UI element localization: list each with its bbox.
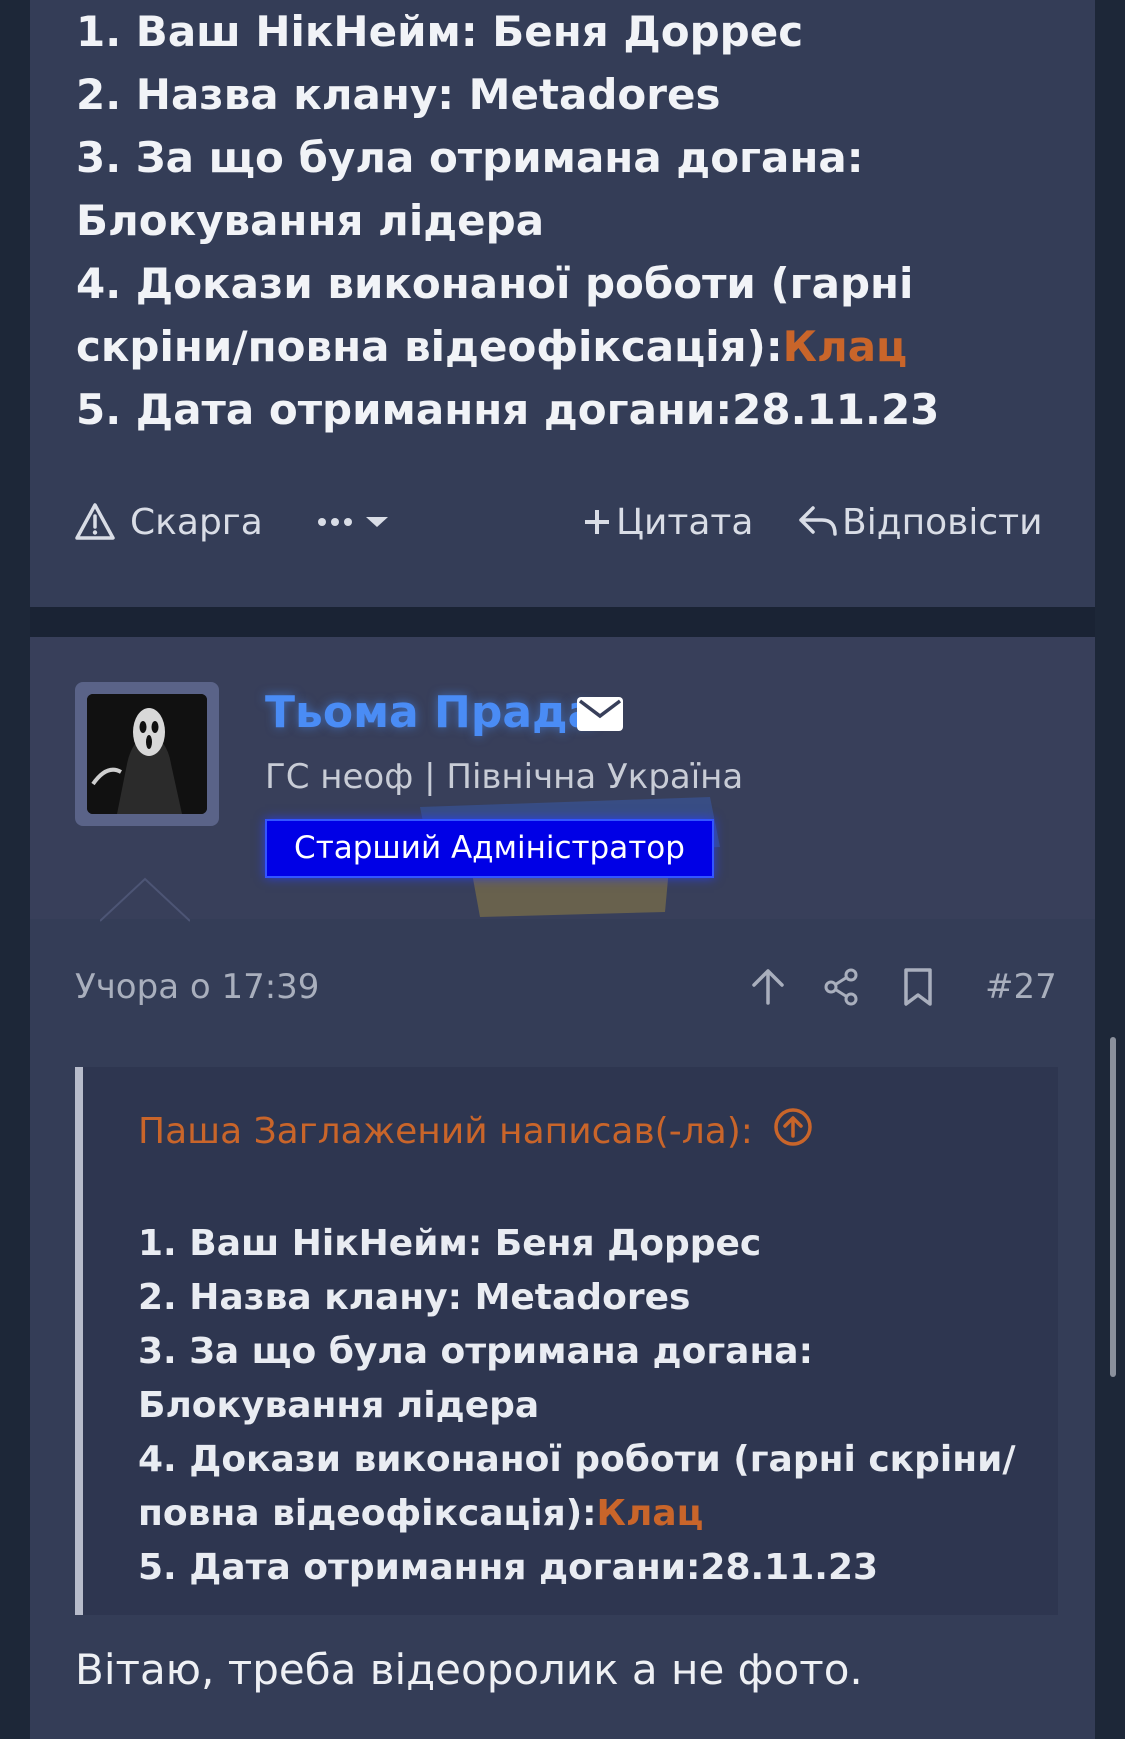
post-line: 3. За що була отримана догана: [76,133,864,182]
post-author-header: Тьома Прада ГС неоф | Північна Україна С… [30,637,1095,922]
scrollbar[interactable] [1110,1037,1116,1377]
bookmark-icon[interactable] [902,967,934,1011]
post-line-text: скріни/повна відеофіксація): [76,322,783,371]
quote-button[interactable]: Цитата [582,492,753,552]
chevron-down-icon [364,515,390,529]
envelope-icon[interactable] [577,697,623,735]
username[interactable]: Тьома Прада [265,687,597,738]
post-reply-text: Вітаю, треба відеоролик а не фото. [75,1645,863,1694]
quote-header[interactable]: Паша Заглажений написав(-ла): [138,1107,813,1156]
quote-author: Паша Заглажений написав(-ла): [138,1111,753,1152]
quote-block: Паша Заглажений написав(-ла): 1. Ваш Нік… [75,1067,1058,1615]
quote-evidence-link[interactable]: Клац [597,1493,704,1534]
left-margin [0,0,30,1739]
quote-line-text: повна відеофіксація): [138,1493,597,1534]
post-line: 2. Назва клану: Metadores [76,70,721,119]
quote-line: Блокування лідера [138,1385,540,1426]
share-icon[interactable] [822,967,860,1011]
post-line-with-link: скріни/повна відеофіксація):Клац [76,315,1066,378]
post-divider [30,607,1095,637]
right-margin [1095,0,1125,1739]
more-menu-button[interactable] [316,492,390,552]
post-number[interactable]: #27 [985,967,1057,1007]
warning-triangle-icon [74,502,116,542]
evidence-link[interactable]: Клац [783,322,908,371]
previous-post-card: 1. Ваш НікНейм: Беня Доррес 2. Назва кла… [30,0,1095,607]
post-card: Тьома Прада ГС неоф | Північна Україна С… [30,637,1095,1739]
avatar[interactable] [87,694,207,814]
circle-arrow-up-icon[interactable] [773,1107,813,1156]
quote-line-with-link: повна відеофіксація):Клац [138,1487,1018,1541]
post-line: 1. Ваш НікНейм: Беня Доррес [76,7,804,56]
post-timestamp[interactable]: Учора о 17:39 [75,967,319,1007]
previous-post-body: 1. Ваш НікНейм: Беня Доррес 2. Назва кла… [76,0,1066,441]
role-badge: Старший Адміністратор [265,819,714,878]
quote-line: 4. Докази виконаної роботи (гарні скріни… [138,1439,1016,1480]
post-line: Блокування лідера [76,196,545,245]
quote-line: 2. Назва клану: Metadores [138,1277,691,1318]
avatar-frame[interactable] [75,682,219,826]
post-actions-bar: Скарга Цитата Відповісти [30,492,1095,552]
quote-line: 3. За що була отримана догана: [138,1331,813,1372]
more-dots-icon [316,516,358,528]
plus-icon [582,507,612,537]
post-line: 5. Дата отримання догани:28.11.23 [76,385,940,434]
reply-button[interactable]: Відповісти [798,492,1043,552]
author-pointer [99,877,191,926]
reply-label: Відповісти [842,501,1043,543]
report-label: Скарга [130,501,263,543]
post-line: 4. Докази виконаної роботи (гарні [76,259,914,308]
quote-body: 1. Ваш НікНейм: Беня Доррес 2. Назва кла… [138,1217,1018,1595]
quote-label: Цитата [616,501,754,543]
quote-line: 5. Дата отримання догани:28.11.23 [138,1547,879,1588]
report-button[interactable]: Скарга [74,492,263,552]
reply-arrow-icon [798,504,838,540]
quote-line: 1. Ваш НікНейм: Беня Доррес [138,1223,762,1264]
arrow-up-icon[interactable] [750,967,786,1011]
